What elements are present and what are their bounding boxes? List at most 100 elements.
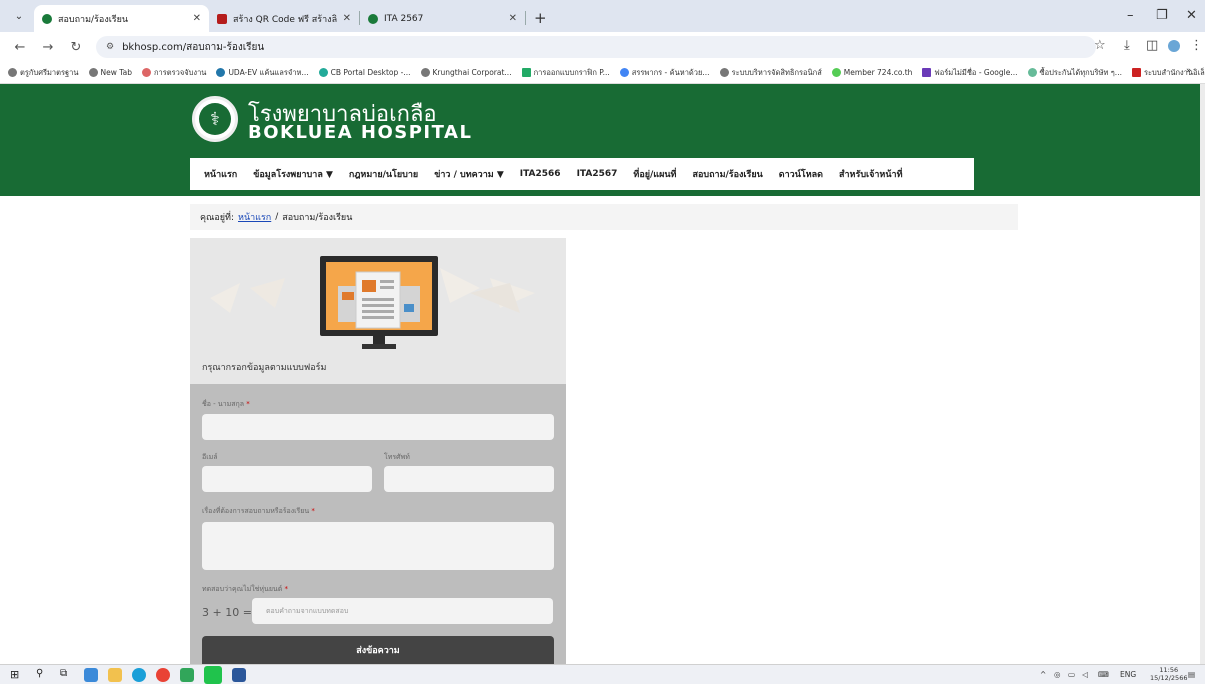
hospital-favicon-icon <box>368 13 378 24</box>
profile-avatar[interactable] <box>1168 40 1180 52</box>
menu-ita2567[interactable]: ITA2567 <box>577 169 618 179</box>
bookmark-icon <box>521 68 531 77</box>
captcha-question: 3 + 10 = <box>202 606 252 619</box>
bookmark-item[interactable]: การตรวจจับงาน <box>141 67 206 79</box>
bookmark-icon <box>1027 68 1037 77</box>
subject-label: เรื่องที่ต้องการสอบถามหรือร้องเรียน * <box>202 507 315 515</box>
notification-icon[interactable]: ▤ <box>1188 670 1195 679</box>
submit-button[interactable]: ส่งข้อความ <box>202 636 554 664</box>
close-icon[interactable]: ✕ <box>509 13 517 24</box>
close-icon[interactable]: ✕ <box>193 13 201 24</box>
bookmark-icon <box>831 68 841 77</box>
captcha-answer-input[interactable]: ตอบคำถามจากแบบทดสอบ <box>252 598 553 624</box>
system-clock[interactable]: 11:56 15/12/2566 <box>1150 666 1187 682</box>
forms-icon <box>922 68 932 77</box>
restore-icon[interactable]: ❐ <box>1156 8 1168 23</box>
close-icon[interactable]: ✕ <box>343 13 351 24</box>
back-icon[interactable]: ← <box>12 40 28 55</box>
bookmark-item[interactable]: ตรูกับศรีมาตรฐาน <box>8 67 79 79</box>
bookmark-item[interactable]: ระบบบริหารจัดสิทธิกรอนิกส์ <box>719 67 822 79</box>
bookmark-star-icon[interactable]: ☆ <box>1094 38 1106 53</box>
name-label: ชื่อ - นามสกุล * <box>202 400 250 408</box>
word-app-icon[interactable] <box>232 668 246 682</box>
file-explorer-icon[interactable] <box>108 668 122 682</box>
menu-ita2566[interactable]: ITA2566 <box>520 169 561 179</box>
search-icon[interactable]: ⚲ <box>36 668 50 682</box>
menu-news[interactable]: ข่าว / บทความ ▼ <box>434 167 504 181</box>
email-input[interactable] <box>202 466 372 492</box>
bookmark-icon <box>1131 68 1141 77</box>
reload-icon[interactable]: ↻ <box>68 40 84 55</box>
photos-app-icon[interactable] <box>180 668 194 682</box>
breadcrumb-home-link[interactable]: หน้าแรก <box>238 210 271 224</box>
line-app-icon[interactable] <box>204 666 222 684</box>
email-label: อีเมล์ <box>202 453 218 461</box>
new-tab-button[interactable]: + <box>534 9 547 27</box>
bookmark-item[interactable]: CB Portal Desktop -... <box>318 68 411 77</box>
menu-address-map[interactable]: ที่อยู่/แผนที่ <box>633 167 676 181</box>
captcha-label: ทดสอบว่าคุณไม่ใช่หุ่นยนต์ * <box>202 585 288 593</box>
hospital-favicon-icon <box>42 13 52 24</box>
display-icon[interactable]: ▭ <box>1068 670 1075 679</box>
tab-contact[interactable]: สอบถาม/ร้องเรียน ✕ <box>34 5 209 32</box>
menu-contact[interactable]: สอบถาม/ร้องเรียน <box>692 167 762 181</box>
phone-input[interactable] <box>384 466 554 492</box>
tray-overflow-icon[interactable]: ^ <box>1040 670 1046 679</box>
keyboard-icon[interactable]: ⌨ <box>1098 670 1109 679</box>
ministry-seal-logo[interactable]: ⚕ <box>192 96 238 142</box>
menu-staff[interactable]: สำหรับเจ้าหน้าที่ <box>839 167 903 181</box>
tab-search-icon[interactable]: ⌄ <box>8 5 30 27</box>
more-bookmarks-icon[interactable]: » <box>1186 66 1192 76</box>
network-icon[interactable]: ◎ <box>1054 670 1061 679</box>
task-view-icon[interactable]: ⧉ <box>60 668 74 682</box>
language-indicator[interactable]: ENG <box>1120 670 1136 679</box>
edge-browser-icon[interactable] <box>132 668 146 682</box>
address-bar[interactable]: ⚙ bkhosp.com/สอบถาม-ร้องเรียน <box>96 36 1096 58</box>
menu-law-policy[interactable]: กฎหมาย/นโยบาย <box>349 167 418 181</box>
menu-download[interactable]: ดาวน์โหลด <box>779 167 823 181</box>
google-icon <box>619 68 629 77</box>
caduceus-icon: ⚕ <box>199 103 231 135</box>
url-text: bkhosp.com/สอบถาม-ร้องเรียน <box>122 41 265 53</box>
bookmark-item[interactable]: Krungthai Corporat... <box>420 68 512 77</box>
globe-icon <box>88 68 98 77</box>
bookmark-item[interactable]: ฟอร์มไม่มีชื่อ - Google... <box>922 67 1018 79</box>
chrome-browser-icon[interactable] <box>156 668 170 682</box>
windows-start-icon[interactable]: ⊞ <box>10 668 24 682</box>
tab-ita[interactable]: ITA 2567 ✕ <box>360 5 525 32</box>
window-close-icon[interactable]: ✕ <box>1186 8 1197 23</box>
bookmark-icon <box>141 68 151 77</box>
sidepanel-icon[interactable]: ◫ <box>1146 38 1158 53</box>
globe-icon <box>8 68 17 77</box>
page-scrollbar[interactable] <box>1200 84 1205 664</box>
download-icon[interactable]: ⤓ <box>1124 38 1130 53</box>
menu-home[interactable]: หน้าแรก <box>204 167 237 181</box>
mail-app-icon[interactable] <box>84 668 98 682</box>
bookmark-item[interactable]: ระบบสำนักงานอิเล็กทร... <box>1131 67 1205 79</box>
bookmark-item[interactable]: ซื้อประกันได้ทุกบริษัท ๆ... <box>1027 67 1122 79</box>
subject-textarea[interactable] <box>202 522 554 570</box>
phone-label: โทรศัพท์ <box>384 453 410 461</box>
menu-hospital-info[interactable]: ข้อมูลโรงพยาบาล ▼ <box>253 167 333 181</box>
minimize-icon[interactable]: – <box>1127 8 1134 23</box>
tab-qr-code[interactable]: สร้าง QR Code ฟรี สร้างลิงก์ได้ไม... ✕ <box>209 5 359 32</box>
menu-kebab-icon[interactable]: ⋮ <box>1190 38 1203 53</box>
bookmark-item[interactable]: สรรพากร - ค้นหาด้วย... <box>619 67 710 79</box>
bookmark-item[interactable]: Member 724.co.th <box>831 68 912 77</box>
volume-icon[interactable]: ◁ <box>1082 670 1088 679</box>
windows-taskbar: ⊞ ⚲ ⧉ ^ ◎ ▭ ◁ ⌨ ENG 11:56 15/12/2566 ▤ <box>0 664 1205 684</box>
site-name-english[interactable]: BOKLUEA HOSPITAL <box>248 122 472 143</box>
bookmark-item[interactable]: New Tab <box>88 68 132 77</box>
breadcrumb-separator: / <box>275 212 279 222</box>
globe-icon <box>719 68 729 77</box>
main-menu: หน้าแรก ข้อมูลโรงพยาบาล ▼ กฎหมาย/นโยบาย … <box>190 158 974 190</box>
bookmark-item[interactable]: UDA-EV แค้นแลรจำห... <box>216 67 309 79</box>
bookmark-item[interactable]: การออกแบบกราฟิก P... <box>521 67 610 79</box>
forward-icon[interactable]: → <box>40 40 56 55</box>
site-info-icon[interactable]: ⚙ <box>106 42 114 52</box>
globe-icon <box>420 68 430 77</box>
bookmark-icon <box>318 68 328 77</box>
form-intro-text: กรุณากรอกข้อมูลตามแบบฟอร์ม <box>202 363 327 373</box>
form-header-panel: กรุณากรอกข้อมูลตามแบบฟอร์ม <box>190 238 566 384</box>
name-input[interactable] <box>202 414 554 440</box>
